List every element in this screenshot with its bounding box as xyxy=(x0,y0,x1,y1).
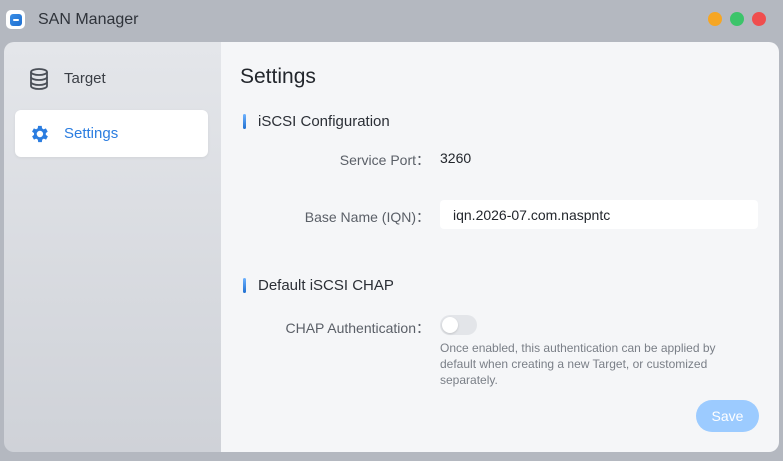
section-marker xyxy=(243,114,246,129)
section-default-iscsi-chap: Default iSCSI CHAP xyxy=(243,277,394,294)
save-button[interactable]: Save xyxy=(696,400,759,432)
sidebar-item-label: Settings xyxy=(64,125,119,142)
chap-authentication-toggle[interactable] xyxy=(440,315,477,335)
minimize-button[interactable] xyxy=(708,12,722,26)
toggle-knob xyxy=(442,317,458,333)
title-bar: SAN Manager xyxy=(0,0,783,40)
service-port-value: 3260 xyxy=(440,150,472,166)
section-title: Default iSCSI CHAP xyxy=(258,277,394,294)
window-controls xyxy=(708,12,766,26)
maximize-button[interactable] xyxy=(730,12,744,26)
close-button[interactable] xyxy=(752,12,766,26)
app-logo-icon xyxy=(6,10,25,29)
service-port-label: Service Port： xyxy=(339,152,430,168)
page-title: Settings xyxy=(240,65,316,88)
section-marker xyxy=(243,278,246,293)
gear-icon xyxy=(28,123,50,145)
sidebar: Target Settings xyxy=(4,42,221,452)
section-title: iSCSI Configuration xyxy=(258,113,390,130)
chap-authentication-label: CHAP Authentication： xyxy=(285,320,431,336)
base-name-label: Base Name (IQN)： xyxy=(304,209,430,225)
sidebar-item-label: Target xyxy=(64,70,106,87)
sidebar-item-settings[interactable]: Settings xyxy=(15,110,208,157)
main-panel: Settings iSCSI Configuration Service Por… xyxy=(221,42,779,452)
window-title: SAN Manager xyxy=(38,11,139,28)
section-iscsi-configuration: iSCSI Configuration xyxy=(243,113,390,130)
chap-help-text: Once enabled, this authentication can be… xyxy=(440,341,716,387)
database-icon xyxy=(28,67,50,90)
base-name-input[interactable] xyxy=(440,200,758,229)
sidebar-item-target[interactable]: Target xyxy=(15,55,208,102)
